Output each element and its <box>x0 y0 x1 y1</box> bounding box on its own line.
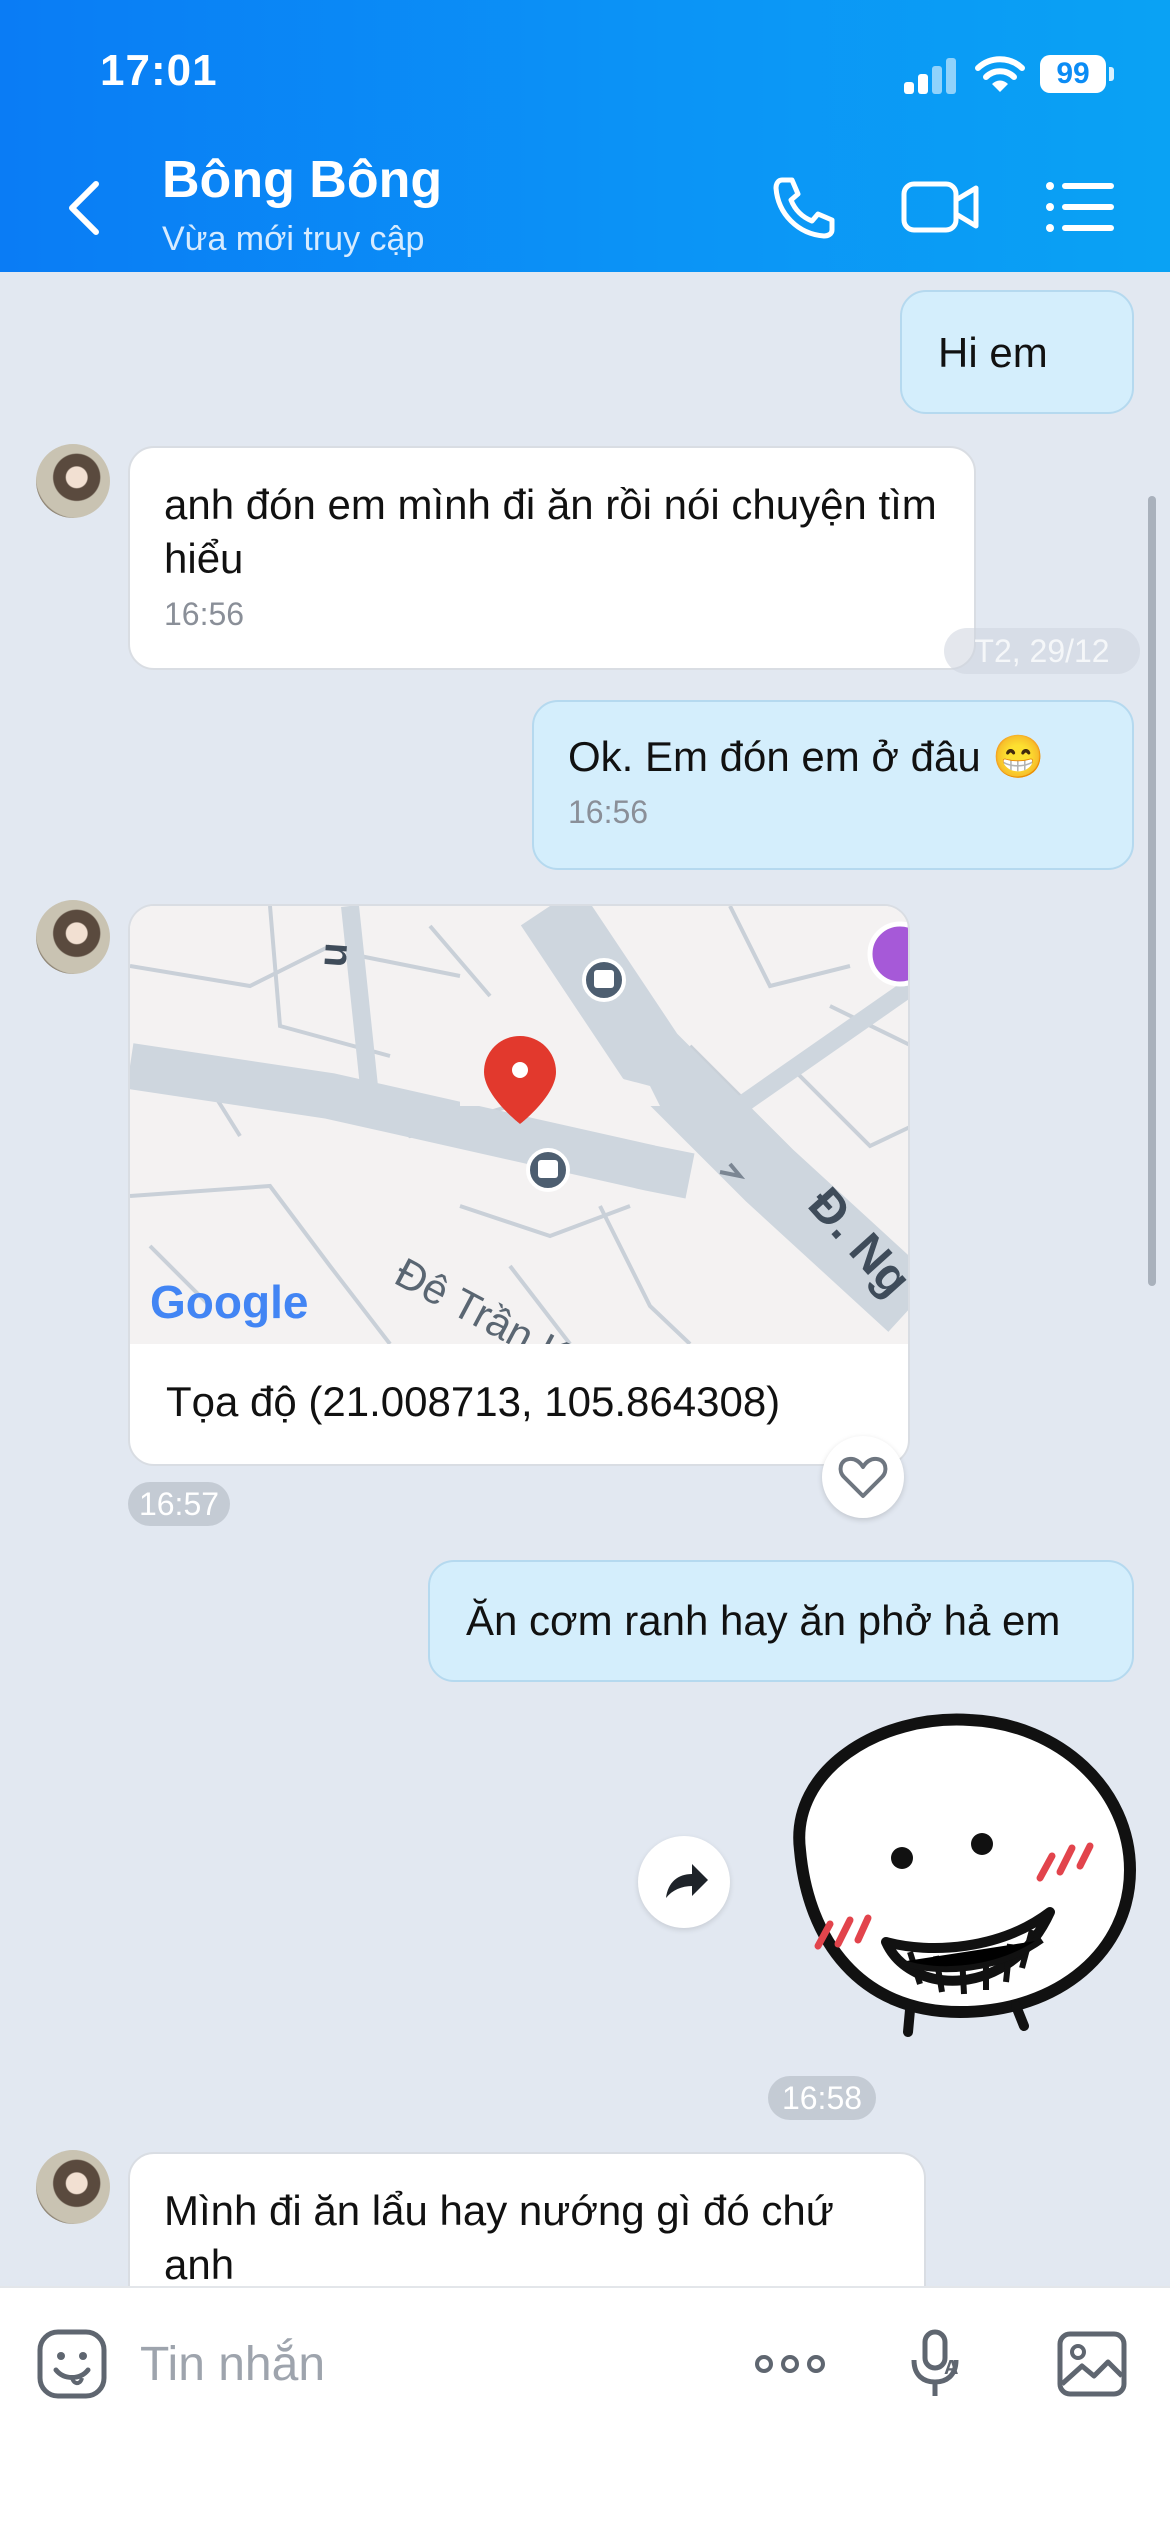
status-time: 17:01 <box>100 46 218 95</box>
message-time: 16:56 <box>164 596 245 632</box>
message-input[interactable] <box>140 2334 700 2394</box>
bus-stop-icon <box>526 1148 570 1192</box>
emoji-sticker-icon[interactable] <box>34 2326 110 2402</box>
message-bubble-outgoing[interactable]: Ok. Em đón em ở đâu 😁 16:56 <box>532 700 1134 870</box>
contact-name[interactable]: Bông Bông <box>162 150 442 210</box>
menu-list-icon[interactable] <box>1040 172 1120 242</box>
message-time: 16:56 <box>568 794 649 830</box>
chat-scrollbar[interactable] <box>1148 496 1156 1286</box>
message-bubble-outgoing[interactable]: Ăn cơm ranh hay ăn phở hả em <box>428 1560 1134 1682</box>
voice-microphone-icon[interactable]: A <box>898 2326 974 2402</box>
message-text: anh đón em mình đi ăn rồi nói chuyện tìm… <box>164 481 937 582</box>
message-bubble-incoming[interactable]: anh đón em mình đi ăn rồi nói chuyện tìm… <box>128 446 976 670</box>
location-card[interactable]: Đê Trần K Đ. Ng n Google Tọa độ (21.0087… <box>128 904 910 1466</box>
message-text: Ăn cơm ranh hay ăn phở hả em <box>466 1597 1061 1644</box>
avatar[interactable] <box>36 444 110 518</box>
svg-text:A: A <box>944 2357 958 2379</box>
chat-header: 17:01 99 Bông Bông Vừa mới truy cập <box>0 0 1170 272</box>
cellular-signal-icon <box>904 56 956 94</box>
avatar[interactable] <box>36 2150 110 2224</box>
battery-indicator: 99 <box>1040 55 1114 93</box>
avatar[interactable] <box>36 900 110 974</box>
message-composer: A <box>0 2286 1170 2532</box>
more-options-icon[interactable] <box>752 2326 828 2402</box>
phone-call-icon[interactable] <box>764 172 844 242</box>
location-map[interactable]: Đê Trần K Đ. Ng n Google <box>130 906 910 1344</box>
message-time: 16:57 <box>128 1482 230 1526</box>
share-arrow-icon <box>666 1864 708 1898</box>
message-text: Ok. Em đón em ở đâu 😁 <box>568 733 1045 780</box>
share-button[interactable] <box>638 1836 730 1928</box>
message-bubble-outgoing[interactable]: Hi em <box>900 290 1134 414</box>
image-gallery-icon[interactable] <box>1054 2326 1130 2402</box>
heart-icon <box>838 1456 888 1498</box>
smiling-face-sticker[interactable] <box>760 1700 1140 2040</box>
wifi-icon <box>975 56 1025 92</box>
video-call-icon[interactable] <box>900 172 980 242</box>
bus-stop-icon <box>582 958 626 1002</box>
contact-status: Vừa mới truy cập <box>162 220 425 258</box>
date-separator: T2, 29/12 <box>944 628 1140 674</box>
message-text: Mình đi ăn lẩu hay nướng gì đó chứ anh <box>164 2187 834 2288</box>
message-text: Hi em <box>938 329 1048 376</box>
map-street-label: n <box>315 941 361 968</box>
back-arrow-icon[interactable] <box>60 178 110 238</box>
location-caption: Tọa độ (21.008713, 105.864308) <box>166 1378 781 1425</box>
message-time: 16:58 <box>768 2076 876 2120</box>
google-logo: Google <box>150 1276 308 1328</box>
like-button[interactable] <box>822 1436 904 1518</box>
place-marker-icon <box>867 921 908 987</box>
